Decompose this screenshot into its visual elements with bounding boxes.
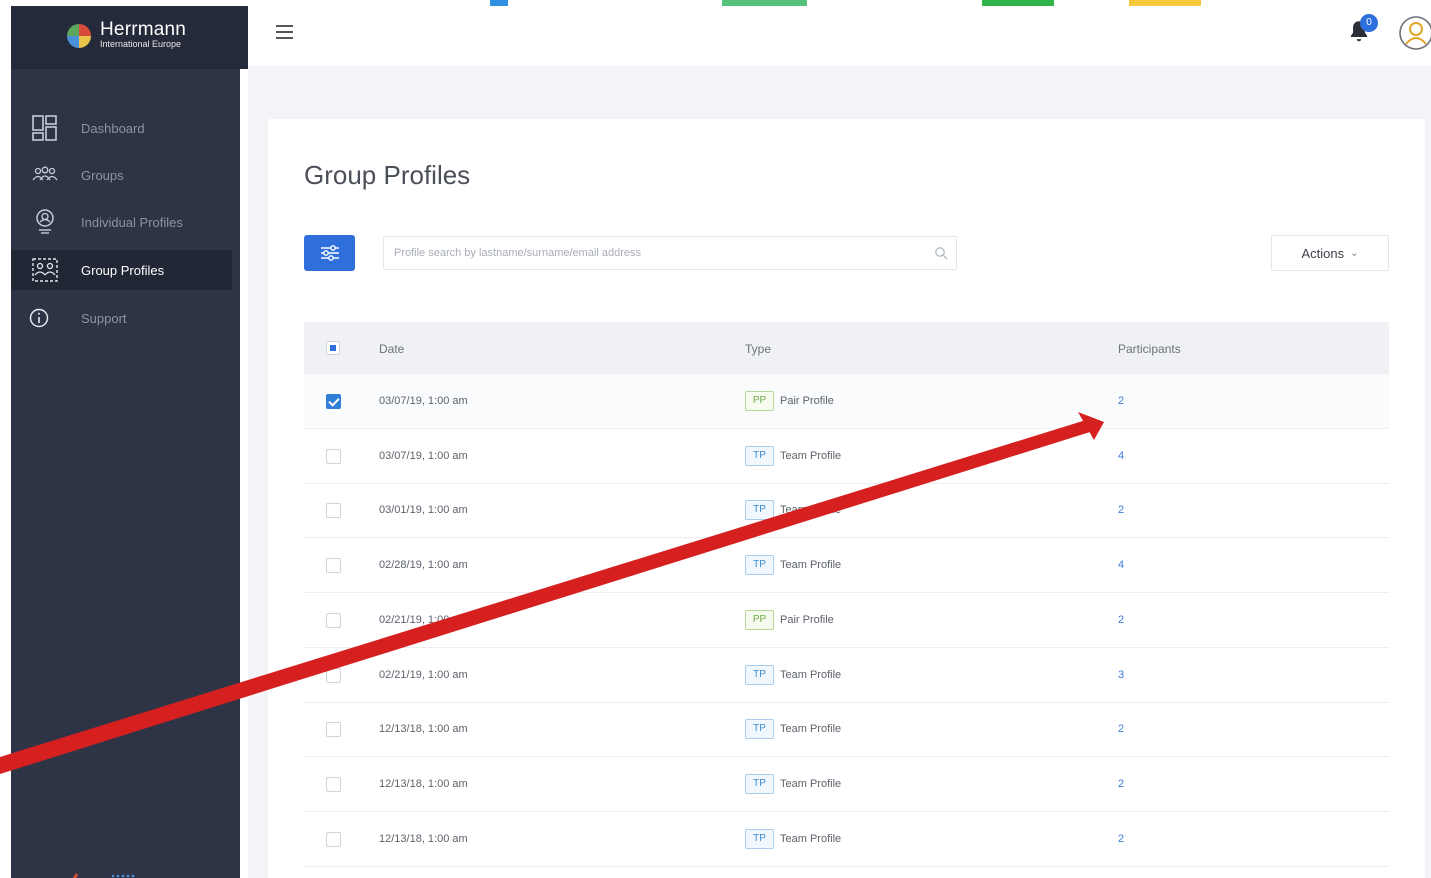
table-row[interactable]: 03/01/19, 1:00 am TP Team Profile 2 xyxy=(304,483,1389,539)
row-participants-link[interactable]: 2 xyxy=(1118,395,1124,407)
row-type: Team Profile xyxy=(780,504,842,517)
brand-name: Herrmann xyxy=(100,19,187,40)
table-row[interactable]: 12/13/18, 1:00 am TP Team Profile 2 xyxy=(304,812,1389,867)
app-window: 0 Herrmann International Europe Dashboar… xyxy=(0,0,1431,878)
type-badge: TP xyxy=(745,719,774,740)
row-type: Team Profile xyxy=(780,668,842,681)
table-row[interactable]: 12/13/18, 1:00 am TP Team Profile 2 xyxy=(304,757,1389,812)
sidebar-item-label: Support xyxy=(81,310,127,326)
search-input[interactable] xyxy=(394,237,914,269)
row-checkbox[interactable] xyxy=(326,448,341,464)
row-checkbox[interactable] xyxy=(326,558,341,574)
row-date: 12/13/18, 1:00 am xyxy=(379,723,468,736)
type-badge: TP xyxy=(745,664,774,685)
type-badge: PP xyxy=(745,609,774,630)
table-row[interactable]: 12/13/18, 1:00 am TP Team Profile 2 xyxy=(304,702,1389,758)
actions-label: Actions xyxy=(1301,245,1345,261)
header-decoration xyxy=(722,0,807,6)
sidebar-item-label: Groups xyxy=(81,167,124,183)
row-checkbox[interactable] xyxy=(326,612,341,628)
row-checkbox[interactable] xyxy=(326,776,341,792)
table-row[interactable]: 03/07/19, 1:00 am PP Pair Profile 2 xyxy=(304,374,1389,429)
sidebar-item-dashboard[interactable]: Dashboard xyxy=(11,108,232,148)
row-participants-link[interactable]: 2 xyxy=(1118,778,1124,790)
page-title: Group Profiles xyxy=(304,160,471,190)
row-date: 02/28/19, 1:00 am xyxy=(379,559,468,572)
row-participants-link[interactable]: 3 xyxy=(1118,669,1124,681)
row-date: 12/13/18, 1:00 am xyxy=(379,777,468,790)
search-box xyxy=(383,236,957,270)
header-decoration xyxy=(982,0,1054,6)
row-checkbox[interactable] xyxy=(326,722,341,738)
sliders-icon xyxy=(320,245,339,261)
row-type: Team Profile xyxy=(780,832,842,845)
row-date: 03/07/19, 1:00 am xyxy=(379,395,468,407)
row-date: 02/21/19, 1:00 am xyxy=(379,668,468,681)
row-type: Team Profile xyxy=(780,559,842,572)
row-date: 02/21/19, 1:00 am xyxy=(379,613,468,626)
row-checkbox[interactable] xyxy=(326,831,341,847)
type-badge: TP xyxy=(745,445,774,466)
sidebar-item-label: Dashboard xyxy=(81,120,145,136)
table-row[interactable]: 02/21/19, 1:00 am PP Pair Profile 2 xyxy=(304,593,1389,648)
filter-button[interactable] xyxy=(304,235,355,271)
sidebar-item-groups[interactable]: Groups xyxy=(11,155,232,195)
brand-subtitle: International Europe xyxy=(100,39,182,49)
row-participants-link[interactable]: 4 xyxy=(1118,450,1124,462)
sidebar-item-label: Individual Profiles xyxy=(81,214,183,230)
type-badge: TP xyxy=(745,500,774,521)
header-decoration xyxy=(490,0,508,6)
info-icon xyxy=(25,304,53,332)
row-type: Pair Profile xyxy=(780,613,834,626)
search-icon[interactable] xyxy=(934,246,948,260)
sidebar-item-group-profiles[interactable]: Group Profiles xyxy=(11,250,232,290)
row-checkbox[interactable] xyxy=(326,667,341,683)
sidebar: Herrmann International Europe Dashboard … xyxy=(11,6,248,878)
row-date: 03/01/19, 1:00 am xyxy=(379,504,468,517)
brand-logo-icon xyxy=(67,24,91,48)
row-participants-link[interactable]: 2 xyxy=(1118,614,1124,626)
actions-dropdown[interactable]: Actions ⌄ xyxy=(1271,235,1389,271)
row-participants-link[interactable]: 2 xyxy=(1118,723,1124,735)
table-row[interactable]: 02/28/19, 1:00 am TP Team Profile 4 xyxy=(304,538,1389,594)
column-header-date[interactable]: Date xyxy=(379,342,404,356)
top-header: 0 xyxy=(248,0,1431,66)
type-badge: TP xyxy=(745,773,774,794)
row-checkbox[interactable] xyxy=(326,394,341,409)
dashboard-icon xyxy=(31,114,59,142)
header-decoration xyxy=(1129,0,1201,6)
individual-profile-icon xyxy=(31,208,59,236)
row-type: Pair Profile xyxy=(780,395,834,407)
chevron-down-icon: ⌄ xyxy=(1350,247,1359,259)
sidebar-item-support[interactable]: Support xyxy=(11,298,232,338)
row-type: Team Profile xyxy=(780,777,842,790)
user-avatar-icon[interactable] xyxy=(1398,12,1431,54)
sidebar-item-individual-profiles[interactable]: Individual Profiles xyxy=(11,202,232,242)
row-date: 03/07/19, 1:00 am xyxy=(379,449,468,462)
row-checkbox[interactable] xyxy=(326,503,341,519)
footer-logo-icon xyxy=(72,873,135,878)
row-participants-link[interactable]: 2 xyxy=(1118,504,1124,516)
row-type: Team Profile xyxy=(780,449,842,462)
column-header-participants[interactable]: Participants xyxy=(1118,342,1181,356)
row-participants-link[interactable]: 4 xyxy=(1118,559,1124,571)
table-row[interactable]: 02/21/19, 1:00 am TP Team Profile 3 xyxy=(304,648,1389,703)
groups-icon xyxy=(31,161,59,189)
row-date: 12/13/18, 1:00 am xyxy=(379,832,468,845)
table-row[interactable]: 03/07/19, 1:00 am TP Team Profile 4 xyxy=(304,429,1389,484)
type-badge: TP xyxy=(745,555,774,576)
column-header-type[interactable]: Type xyxy=(745,342,771,356)
brand-header[interactable]: Herrmann International Europe xyxy=(11,6,248,69)
type-badge: PP xyxy=(745,391,774,411)
type-badge: TP xyxy=(745,828,774,849)
row-type: Team Profile xyxy=(780,723,842,736)
sidebar-item-label: Group Profiles xyxy=(81,262,165,278)
table-header: Date Type Participants xyxy=(304,322,1389,374)
select-all-checkbox[interactable] xyxy=(326,341,340,355)
menu-toggle-icon[interactable] xyxy=(276,25,293,39)
row-participants-link[interactable]: 2 xyxy=(1118,833,1124,845)
group-profiles-icon xyxy=(31,256,59,284)
notification-badge: 0 xyxy=(1360,14,1378,32)
